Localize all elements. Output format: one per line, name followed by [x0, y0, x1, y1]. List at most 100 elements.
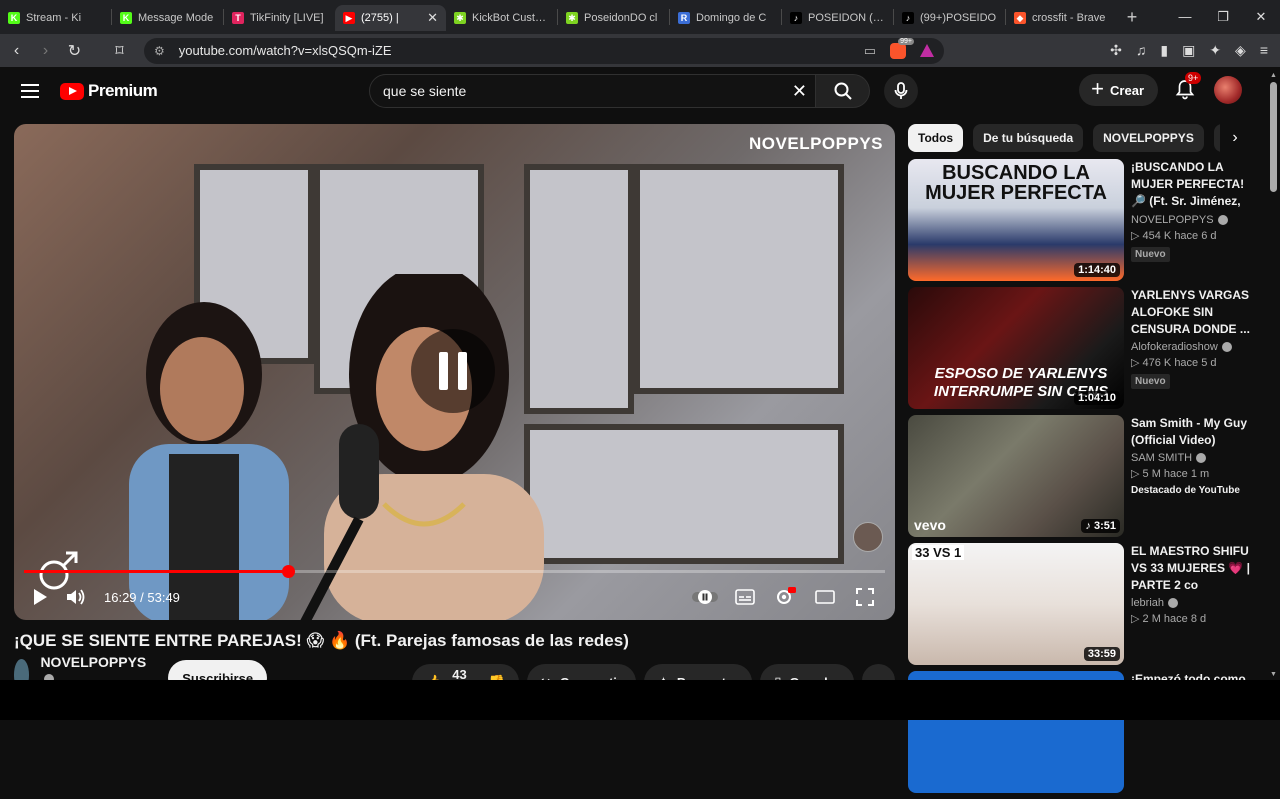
page-scrollbar[interactable]: ▲ ▼: [1267, 70, 1280, 680]
related-video-title[interactable]: EL MAESTRO SHIFU VS 33 MUJERES 💗 | PARTE…: [1131, 543, 1261, 594]
play-button[interactable]: [22, 582, 58, 612]
scrollbar-thumb[interactable]: [1270, 82, 1277, 192]
vpn-icon[interactable]: ◈: [1235, 42, 1246, 59]
autoplay-toggle[interactable]: [687, 582, 723, 612]
browser-tab[interactable]: ◆ crossfit - Brave: [1006, 5, 1117, 31]
related-video-title[interactable]: Sam Smith - My Guy (Official Video): [1131, 415, 1261, 449]
microphone-icon: [894, 82, 908, 99]
related-video-item[interactable]: 33 VS 1 33:59 EL MAESTRO SHIFU VS 33 MUJ…: [908, 543, 1263, 665]
duration-badge: 1:04:10: [1074, 391, 1120, 405]
restore-icon[interactable]: ❐: [1204, 9, 1242, 25]
scroll-up-icon[interactable]: ▲: [1270, 72, 1277, 79]
related-video-meta: ▷ 454 K hace 6 d: [1131, 230, 1217, 242]
bookmark-icon[interactable]: ⌑: [107, 41, 132, 61]
volume-icon: [67, 589, 85, 605]
youtube-header: Premium que se siente ✕ + Crear 9+: [0, 67, 1280, 115]
browser-tab[interactable]: K Stream - Ki: [0, 5, 111, 31]
extensions-icon[interactable]: ✣: [1110, 42, 1122, 59]
notifications-button[interactable]: 9+: [1174, 72, 1202, 102]
guide-menu-icon[interactable]: [21, 84, 39, 98]
video-progress-bar[interactable]: [24, 565, 885, 578]
youtube-premium-logo[interactable]: Premium: [60, 81, 158, 101]
chip-from-search[interactable]: De tu búsqueda: [973, 124, 1084, 152]
create-button[interactable]: + Crear: [1079, 74, 1158, 106]
browser-tab[interactable]: ♪ (99+)POSEIDO: [894, 5, 1005, 31]
scrubber-handle[interactable]: [281, 565, 295, 578]
new-tab-icon[interactable]: +: [1117, 7, 1147, 28]
fullscreen-icon: [856, 588, 874, 606]
browser-tab[interactable]: T TikFinity [LIVE]: [224, 5, 335, 31]
notification-count-badge: 9+: [1185, 72, 1202, 84]
related-video-item[interactable]: ESPOSO DE YARLENYS INTERRUMPE SIN CENS 1…: [908, 287, 1263, 409]
leo-ai-icon[interactable]: ✦: [1209, 42, 1221, 59]
wallet-icon[interactable]: ▣: [1182, 42, 1195, 59]
cast-icon[interactable]: ▭: [864, 43, 876, 59]
video-thumbnail[interactable]: 33 VS 1 33:59: [908, 543, 1124, 665]
related-video-title[interactable]: ¡BUSCANDO LA MUJER PERFECTA! 🔎 (Ft. Sr. …: [1131, 159, 1261, 211]
browser-tab[interactable]: ▶ (2755) | ✕: [335, 5, 446, 31]
browser-tab[interactable]: ♪ POSEIDON (@p: [782, 5, 893, 31]
theater-mode-button[interactable]: [807, 582, 843, 612]
media-icon[interactable]: ♫: [1136, 42, 1147, 59]
url-field[interactable]: ⚙ youtube.com/watch?v=xlsQSQm-iZE ▭ 99+: [144, 37, 944, 64]
video-thumbnail[interactable]: vevo ♪ 3:51: [908, 415, 1124, 537]
tab-title: TikFinity [LIVE]: [250, 12, 324, 24]
close-window-icon[interactable]: ✕: [1242, 9, 1280, 25]
related-video-item[interactable]: vevo ♪ 3:51 Sam Smith - My Guy (Official…: [908, 415, 1263, 537]
search-button[interactable]: [816, 74, 870, 108]
menu-icon[interactable]: ≡: [1260, 42, 1268, 59]
verified-icon: [1168, 598, 1179, 609]
brave-rewards-icon[interactable]: [920, 44, 934, 57]
scroll-down-icon[interactable]: ▼: [1270, 671, 1277, 678]
minimize-icon[interactable]: —: [1166, 9, 1204, 25]
reload-icon[interactable]: ↻: [62, 41, 87, 61]
video-thumbnail[interactable]: BUSCANDO LA MUJER PERFECTA 1:14:40: [908, 159, 1124, 281]
video-thumbnail[interactable]: ESPOSO DE YARLENYS INTERRUMPE SIN CENS 1…: [908, 287, 1124, 409]
tab-title: Domingo de C: [696, 12, 767, 24]
pause-overlay-icon[interactable]: [411, 329, 495, 413]
channel-branding-avatar[interactable]: [853, 522, 883, 552]
settings-button[interactable]: [767, 582, 803, 612]
tab-favicon-icon: K: [120, 12, 132, 24]
new-badge: Nuevo: [1131, 247, 1170, 262]
verified-icon: [1221, 342, 1232, 353]
search-input[interactable]: que se siente ✕: [369, 74, 816, 108]
sidebar-icon[interactable]: ▮: [1160, 42, 1168, 59]
back-icon[interactable]: ‹: [4, 42, 29, 60]
browser-tab[interactable]: ✱ KickBot Custom: [446, 5, 557, 31]
duration-badge: ♪ 3:51: [1081, 519, 1120, 533]
clear-search-icon[interactable]: ✕: [792, 81, 807, 102]
chip-all[interactable]: Todos: [908, 124, 964, 152]
tab-favicon-icon: ▶: [343, 12, 355, 24]
tab-title: PoseidonDO cl: [584, 12, 658, 24]
related-video-title[interactable]: YARLENYS VARGAS ALOFOKE SIN CENSURA DOND…: [1131, 287, 1261, 338]
account-avatar[interactable]: [1214, 76, 1242, 104]
theater-icon: [815, 590, 835, 604]
fullscreen-button[interactable]: [847, 582, 883, 612]
tab-title: POSEIDON (@p: [808, 12, 885, 24]
browser-tab[interactable]: R Domingo de C: [670, 5, 781, 31]
browser-tab[interactable]: ✱ PoseidonDO cl: [558, 5, 669, 31]
related-video-item[interactable]: BUSCANDO LA MUJER PERFECTA 1:14:40 ¡BUSC…: [908, 159, 1263, 281]
close-tab-icon[interactable]: ✕: [427, 10, 438, 26]
thumbnail-caption: BUSCANDO LA MUJER PERFECTA: [925, 162, 1107, 204]
brave-shield-icon[interactable]: 99+: [890, 37, 914, 59]
volume-button[interactable]: [58, 582, 94, 612]
related-channel-name: NOVELPOPPYS: [1131, 214, 1261, 226]
related-video-meta: ▷ 476 K hace 5 d: [1131, 357, 1217, 369]
browser-tab[interactable]: K Message Mode: [112, 5, 223, 31]
guest-woman-center: [300, 274, 544, 620]
play-icon: [34, 589, 47, 605]
tab-favicon-icon: ♪: [902, 12, 914, 24]
forward-icon[interactable]: ›: [33, 42, 58, 60]
tab-title: Message Mode: [138, 12, 214, 24]
voice-search-button[interactable]: [884, 74, 918, 108]
window-controls: — ❐ ✕: [1166, 9, 1280, 25]
site-info-icon[interactable]: ⚙: [154, 44, 165, 58]
chevron-right-icon[interactable]: ›: [1220, 124, 1250, 152]
chip-channel[interactable]: NOVELPOPPYS: [1093, 124, 1204, 152]
subtitles-button[interactable]: [727, 582, 763, 612]
tab-favicon-icon: ◆: [1014, 12, 1026, 24]
video-player[interactable]: NOVELPOPPYS 16:29 / 53:49: [14, 124, 895, 620]
subtitles-icon: [735, 589, 755, 605]
